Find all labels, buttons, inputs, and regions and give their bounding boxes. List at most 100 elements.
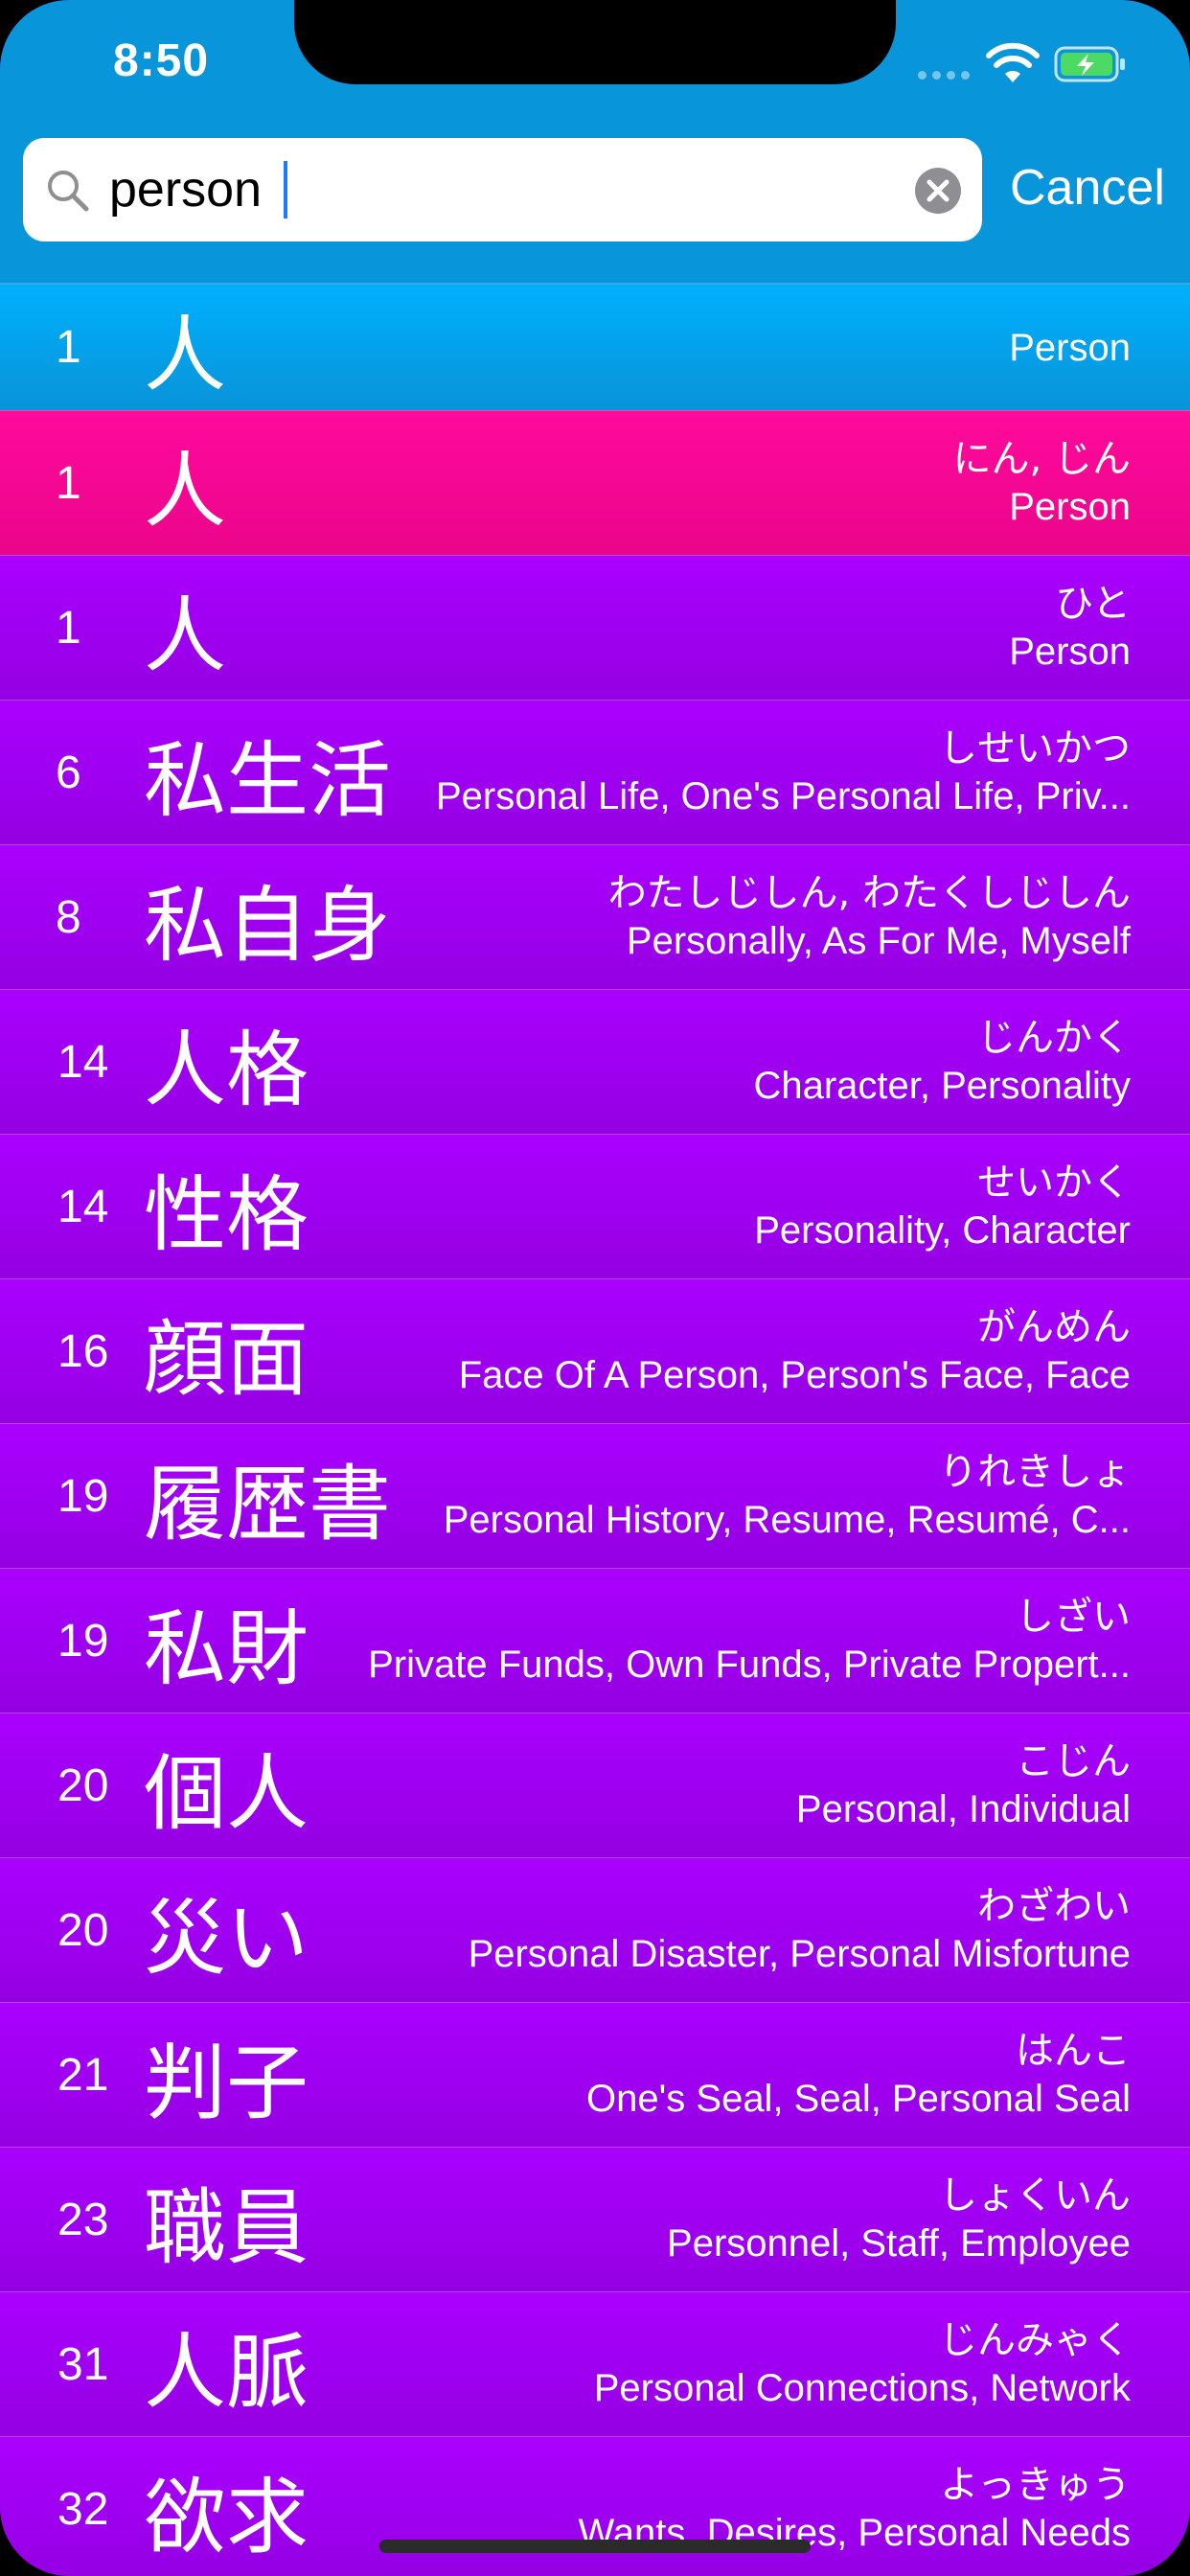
reading-text: しせいかつ xyxy=(939,726,1131,770)
meaning-text: Personal Disaster, Personal Misfortune xyxy=(468,1933,1131,1975)
cellular-signal-icon xyxy=(918,71,970,80)
meaning-text: Person xyxy=(1009,486,1131,528)
definition-block: じんかく Character, Personality xyxy=(753,990,1131,1134)
reading-text: わたしじしん, わたくしじしん xyxy=(607,871,1131,915)
result-row[interactable]: 32 欲求 よっきゅう Wants, Desires, Personal Needs xyxy=(0,2436,1190,2576)
reading-text: よっきゅう xyxy=(940,2463,1131,2507)
definition-block: ひと Person xyxy=(1009,556,1131,700)
result-row[interactable]: 31 人脈 じんみゃく Personal Connections, Network xyxy=(0,2291,1190,2436)
definition-block: がんめん Face Of A Person, Person's Face, Fac… xyxy=(459,1279,1131,1423)
result-row[interactable]: 19 私財 しざい Private Funds, Own Funds, Private… xyxy=(0,1568,1190,1713)
search-icon xyxy=(48,171,89,212)
level-number: 14 xyxy=(57,1181,109,1232)
level-number: 19 xyxy=(57,1470,109,1522)
reading-text: じんかく xyxy=(977,1016,1131,1060)
meaning-text: Personal Connections, Network xyxy=(593,2367,1131,2409)
definition-block: こじん Personal, Individual xyxy=(796,1714,1131,1857)
home-indicator xyxy=(379,2540,811,2553)
meaning-text: Person xyxy=(1009,631,1131,673)
kanji-text: 判子 xyxy=(144,2035,309,2131)
kanji-text: 人 xyxy=(144,443,226,540)
level-number: 16 xyxy=(57,1325,109,1377)
kanji-text: 人脈 xyxy=(144,2324,309,2421)
notch xyxy=(294,0,896,84)
definition-block: しざい Private Funds, Own Funds, Private Pro… xyxy=(368,1569,1131,1713)
level-number: 21 xyxy=(57,2049,109,2101)
definition-block: よっきゅう Wants, Desires, Personal Needs xyxy=(578,2437,1131,2576)
definition-block: しょくいん Personnel, Staff, Employee xyxy=(667,2148,1131,2291)
kanji-text: 履歴書 xyxy=(144,1456,391,1552)
result-row[interactable]: 1 人 Person xyxy=(0,283,1190,410)
reading-text: しざい xyxy=(1016,1595,1131,1639)
kanji-text: 性格 xyxy=(144,1166,309,1263)
wifi-icon xyxy=(986,42,1040,82)
definition-block: わざわい Personal Disaster, Personal Misfortu… xyxy=(469,1858,1131,2002)
meaning-text: Personality, Character xyxy=(754,1209,1131,1252)
kanji-text: 私財 xyxy=(144,1600,309,1697)
level-number: 20 xyxy=(57,1904,109,1956)
reading-text: ひと xyxy=(1055,582,1131,626)
level-number: 20 xyxy=(57,1760,109,1811)
meaning-text: Personal, Individual xyxy=(795,1788,1131,1830)
result-row[interactable]: 20 災い わざわい Personal Disaster, Personal Misf… xyxy=(0,1857,1190,2002)
kanji-text: 災い xyxy=(144,1890,309,1987)
result-row[interactable]: 8 私自身 わたしじしん, わたくしじしん Personally, As For Me… xyxy=(0,844,1190,989)
meaning-text: Person xyxy=(1009,326,1131,369)
meaning-text: Personnel, Staff, Employee xyxy=(667,2222,1131,2265)
meaning-text: Personally, As For Me, Myself xyxy=(626,920,1131,962)
reading-text: じんみゃく xyxy=(939,2318,1131,2362)
result-row[interactable]: 1 人 ひと Person xyxy=(0,555,1190,700)
text-cursor xyxy=(284,161,287,218)
definition-block: Person xyxy=(1009,285,1131,410)
result-row[interactable]: 19 履歴書 りれきしょ Personal History, Resume, Resu… xyxy=(0,1423,1190,1568)
level-number: 1 xyxy=(56,322,81,373)
kanji-text: 人 xyxy=(144,587,226,684)
meaning-text: Personal History, Resume, Resumé, C... xyxy=(443,1499,1131,1541)
reading-text: しょくいん xyxy=(939,2174,1131,2218)
level-number: 8 xyxy=(56,891,81,943)
level-number: 6 xyxy=(56,747,81,798)
level-number: 19 xyxy=(57,1615,109,1667)
definition-block: じんみゃく Personal Connections, Network xyxy=(594,2292,1131,2436)
result-row[interactable]: 14 人格 じんかく Character, Personality xyxy=(0,989,1190,1134)
kanji-text: 私自身 xyxy=(144,877,391,974)
clear-text-icon[interactable] xyxy=(914,167,962,215)
kanji-text: 個人 xyxy=(144,1745,309,1842)
result-row[interactable]: 14 性格 せいかく Personality, Character xyxy=(0,1134,1190,1278)
result-row[interactable]: 6 私生活 しせいかつ Personal Life, One's Personal L… xyxy=(0,700,1190,844)
reading-text: りれきしょ xyxy=(939,1450,1131,1494)
level-number: 23 xyxy=(57,2194,109,2245)
meaning-text: Private Funds, Own Funds, Private Proper… xyxy=(368,1644,1131,1686)
result-row[interactable]: 1 人 にん, じん Person xyxy=(0,410,1190,555)
definition-block: にん, じん Person xyxy=(953,411,1131,555)
search-input[interactable]: person xyxy=(23,138,982,242)
result-row[interactable]: 23 職員 しょくいん Personnel, Staff, Employee xyxy=(0,2147,1190,2291)
kanji-text: 人格 xyxy=(144,1022,309,1118)
reading-text: にん, じん xyxy=(952,437,1131,481)
result-row[interactable]: 20 個人 こじん Personal, Individual xyxy=(0,1713,1190,1857)
definition-block: せいかく Personality, Character xyxy=(754,1135,1131,1278)
result-row[interactable]: 16 顔面 がんめん Face Of A Person, Person's Face,… xyxy=(0,1278,1190,1423)
reading-text: せいかく xyxy=(977,1161,1131,1205)
level-number: 1 xyxy=(56,602,81,654)
definition-block: はんこ One's Seal, Seal, Personal Seal xyxy=(586,2003,1131,2147)
cancel-button[interactable]: Cancel xyxy=(1010,153,1165,222)
kanji-text: 人 xyxy=(144,308,226,403)
kanji-text: 私生活 xyxy=(144,732,391,829)
phone-screen: 8:50 person Cancel 1 人 Person 1 人 にん, じん… xyxy=(0,0,1190,2576)
reading-text: わざわい xyxy=(977,1884,1131,1928)
result-row[interactable]: 21 判子 はんこ One's Seal, Seal, Personal Seal xyxy=(0,2002,1190,2147)
search-query-text[interactable]: person xyxy=(109,159,262,220)
level-number: 32 xyxy=(57,2483,109,2535)
header: 8:50 person Cancel xyxy=(0,0,1190,283)
level-number: 14 xyxy=(57,1036,109,1088)
meaning-text: Personal Life, One's Personal Life, Priv… xyxy=(435,775,1131,817)
kanji-text: 欲求 xyxy=(144,2469,309,2565)
reading-text: はんこ xyxy=(1016,2029,1131,2073)
definition-block: りれきしょ Personal History, Resume, Resumé, C… xyxy=(444,1424,1131,1568)
definition-block: しせいかつ Personal Life, One's Personal Life,… xyxy=(436,701,1131,844)
meaning-text: One's Seal, Seal, Personal Seal xyxy=(586,2078,1131,2120)
meaning-text: Face Of A Person, Person's Face, Face xyxy=(458,1354,1131,1396)
kanji-text: 顔面 xyxy=(144,1311,309,1408)
kanji-text: 職員 xyxy=(144,2179,309,2276)
